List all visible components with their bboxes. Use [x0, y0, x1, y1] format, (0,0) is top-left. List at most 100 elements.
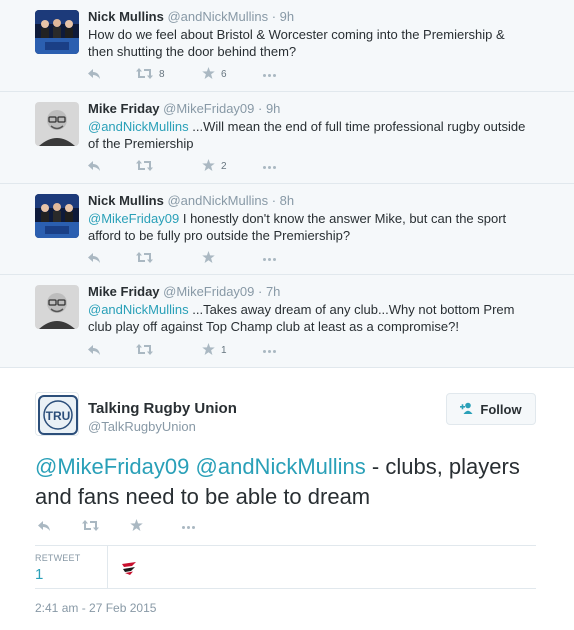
tweet-actions: [88, 248, 288, 268]
reply-button[interactable]: [88, 156, 100, 176]
retweet-icon: [136, 66, 153, 82]
retweet-button[interactable]: [82, 516, 99, 536]
main-actions: [38, 516, 238, 536]
add-user-icon: [460, 402, 474, 417]
retweet-icon: [136, 342, 153, 358]
time-separator: ·: [268, 193, 280, 208]
conversation-thread: Nick Mullins @andNickMullins · 9h How do …: [0, 0, 574, 368]
more-dots-icon: [182, 520, 195, 532]
mention-link[interactable]: @MikeFriday09: [88, 211, 179, 226]
reply-tweet[interactable]: Nick Mullins @andNickMullins · 8h @MikeFr…: [0, 184, 574, 275]
reply-icon: [88, 158, 100, 174]
retweet-button[interactable]: [136, 248, 159, 268]
more-button[interactable]: [263, 156, 276, 176]
mention-link[interactable]: @andNickMullins: [88, 302, 189, 317]
tweet-text: How do we feel about Bristol & Worcester…: [88, 26, 528, 60]
favorite-count: 2: [221, 160, 227, 172]
retweet-button[interactable]: 8: [136, 64, 165, 84]
more-dots-icon: [263, 160, 276, 172]
retweet-icon: [136, 158, 153, 174]
author-name[interactable]: Mike Friday: [88, 101, 160, 116]
time-separator: ·: [254, 284, 266, 299]
tweet-time[interactable]: 9h: [266, 101, 280, 116]
more-button[interactable]: [263, 248, 276, 268]
tweet-header: Nick Mullins @andNickMullins · 9h: [88, 9, 294, 24]
author-avatar[interactable]: [35, 285, 79, 329]
tweet-actions: 86: [88, 64, 288, 84]
author-handle[interactable]: @MikeFriday09: [163, 284, 254, 299]
author-name[interactable]: Mike Friday: [88, 284, 160, 299]
more-dots-icon: [263, 252, 276, 264]
author-handle[interactable]: @andNickMullins: [167, 9, 268, 24]
tweet-time[interactable]: 9h: [280, 9, 294, 24]
favorite-button[interactable]: 6: [202, 64, 227, 84]
tru-logo-text: TRU: [46, 409, 71, 423]
mention-link[interactable]: @andNickMullins: [196, 454, 366, 479]
author-avatar[interactable]: [35, 10, 79, 54]
author-avatar[interactable]: [35, 102, 79, 146]
tweet-header: Mike Friday @MikeFriday09 · 9h: [88, 101, 280, 116]
reply-icon: [38, 518, 50, 534]
main-author-name[interactable]: Talking Rugby Union: [88, 400, 237, 417]
retweet-icon: [82, 518, 99, 534]
reply-button[interactable]: [88, 248, 100, 268]
retweet-button[interactable]: [136, 156, 159, 176]
mention-link[interactable]: @MikeFriday09: [35, 454, 189, 479]
star-icon: [202, 158, 215, 174]
main-tweet-text: @MikeFriday09 @andNickMullins - clubs, p…: [35, 452, 545, 512]
main-author-handle[interactable]: @TalkRugbyUnion: [88, 419, 196, 434]
star-icon: [130, 518, 143, 534]
retweet-stat-label: RETWEET: [35, 553, 81, 563]
main-tweet: TRU Talking Rugby Union @TalkRugbyUnion …: [0, 368, 574, 630]
stats-divider: [107, 546, 108, 589]
retweet-count: 8: [159, 68, 165, 80]
reply-icon: [88, 66, 100, 82]
tweet-actions: 1: [88, 340, 288, 360]
tweet-timestamp[interactable]: 2:41 am - 27 Feb 2015: [35, 601, 156, 615]
author-avatar[interactable]: [35, 194, 79, 238]
tweet-time[interactable]: 7h: [266, 284, 280, 299]
reply-button[interactable]: [38, 516, 50, 536]
author-name[interactable]: Nick Mullins: [88, 9, 164, 24]
tweet-actions: 2: [88, 156, 288, 176]
reply-button[interactable]: [88, 340, 100, 360]
author-name[interactable]: Nick Mullins: [88, 193, 164, 208]
more-button[interactable]: [182, 516, 195, 536]
follow-button[interactable]: Follow: [446, 393, 536, 425]
time-separator: ·: [268, 9, 280, 24]
time-separator: ·: [254, 101, 266, 116]
author-handle[interactable]: @MikeFriday09: [163, 101, 254, 116]
tru-logo-avatar[interactable]: TRU: [35, 392, 79, 436]
reply-icon: [88, 250, 100, 266]
reply-tweet[interactable]: Nick Mullins @andNickMullins · 9h How do …: [0, 0, 574, 92]
more-dots-icon: [263, 68, 276, 80]
reply-button[interactable]: [88, 64, 100, 84]
tweet-header: Nick Mullins @andNickMullins · 8h: [88, 193, 294, 208]
reply-icon: [88, 342, 100, 358]
tweet-header: Mike Friday @MikeFriday09 · 7h: [88, 284, 280, 299]
retweet-button[interactable]: [136, 340, 159, 360]
author-handle[interactable]: @andNickMullins: [167, 193, 268, 208]
retweet-stat-count[interactable]: 1: [35, 566, 43, 583]
tweet-text: @andNickMullins ...Takes away dream of a…: [88, 301, 528, 335]
favorite-count: 1: [221, 344, 227, 356]
favorite-button[interactable]: [130, 516, 143, 536]
reply-tweet[interactable]: Mike Friday @MikeFriday09 · 7h @andNickMu…: [0, 275, 574, 368]
favorite-button[interactable]: 2: [202, 156, 227, 176]
reply-tweet[interactable]: Mike Friday @MikeFriday09 · 9h @andNickMu…: [0, 92, 574, 184]
tweet-stats: RETWEET 1: [35, 545, 536, 589]
star-icon: [202, 250, 215, 266]
star-icon: [202, 342, 215, 358]
favorite-button[interactable]: [202, 248, 221, 268]
retweeter-avatar[interactable]: [119, 557, 141, 579]
tweet-body: How do we feel about Bristol & Worcester…: [88, 27, 505, 59]
follow-label: Follow: [480, 401, 522, 417]
more-button[interactable]: [263, 64, 276, 84]
mention-link[interactable]: @andNickMullins: [88, 119, 189, 134]
tweet-text: @MikeFriday09 I honestly don't know the …: [88, 210, 528, 244]
tweet-text: @andNickMullins ...Will mean the end of …: [88, 118, 528, 152]
more-button[interactable]: [263, 340, 276, 360]
star-icon: [202, 66, 215, 82]
tweet-time[interactable]: 8h: [280, 193, 294, 208]
favorite-button[interactable]: 1: [202, 340, 227, 360]
